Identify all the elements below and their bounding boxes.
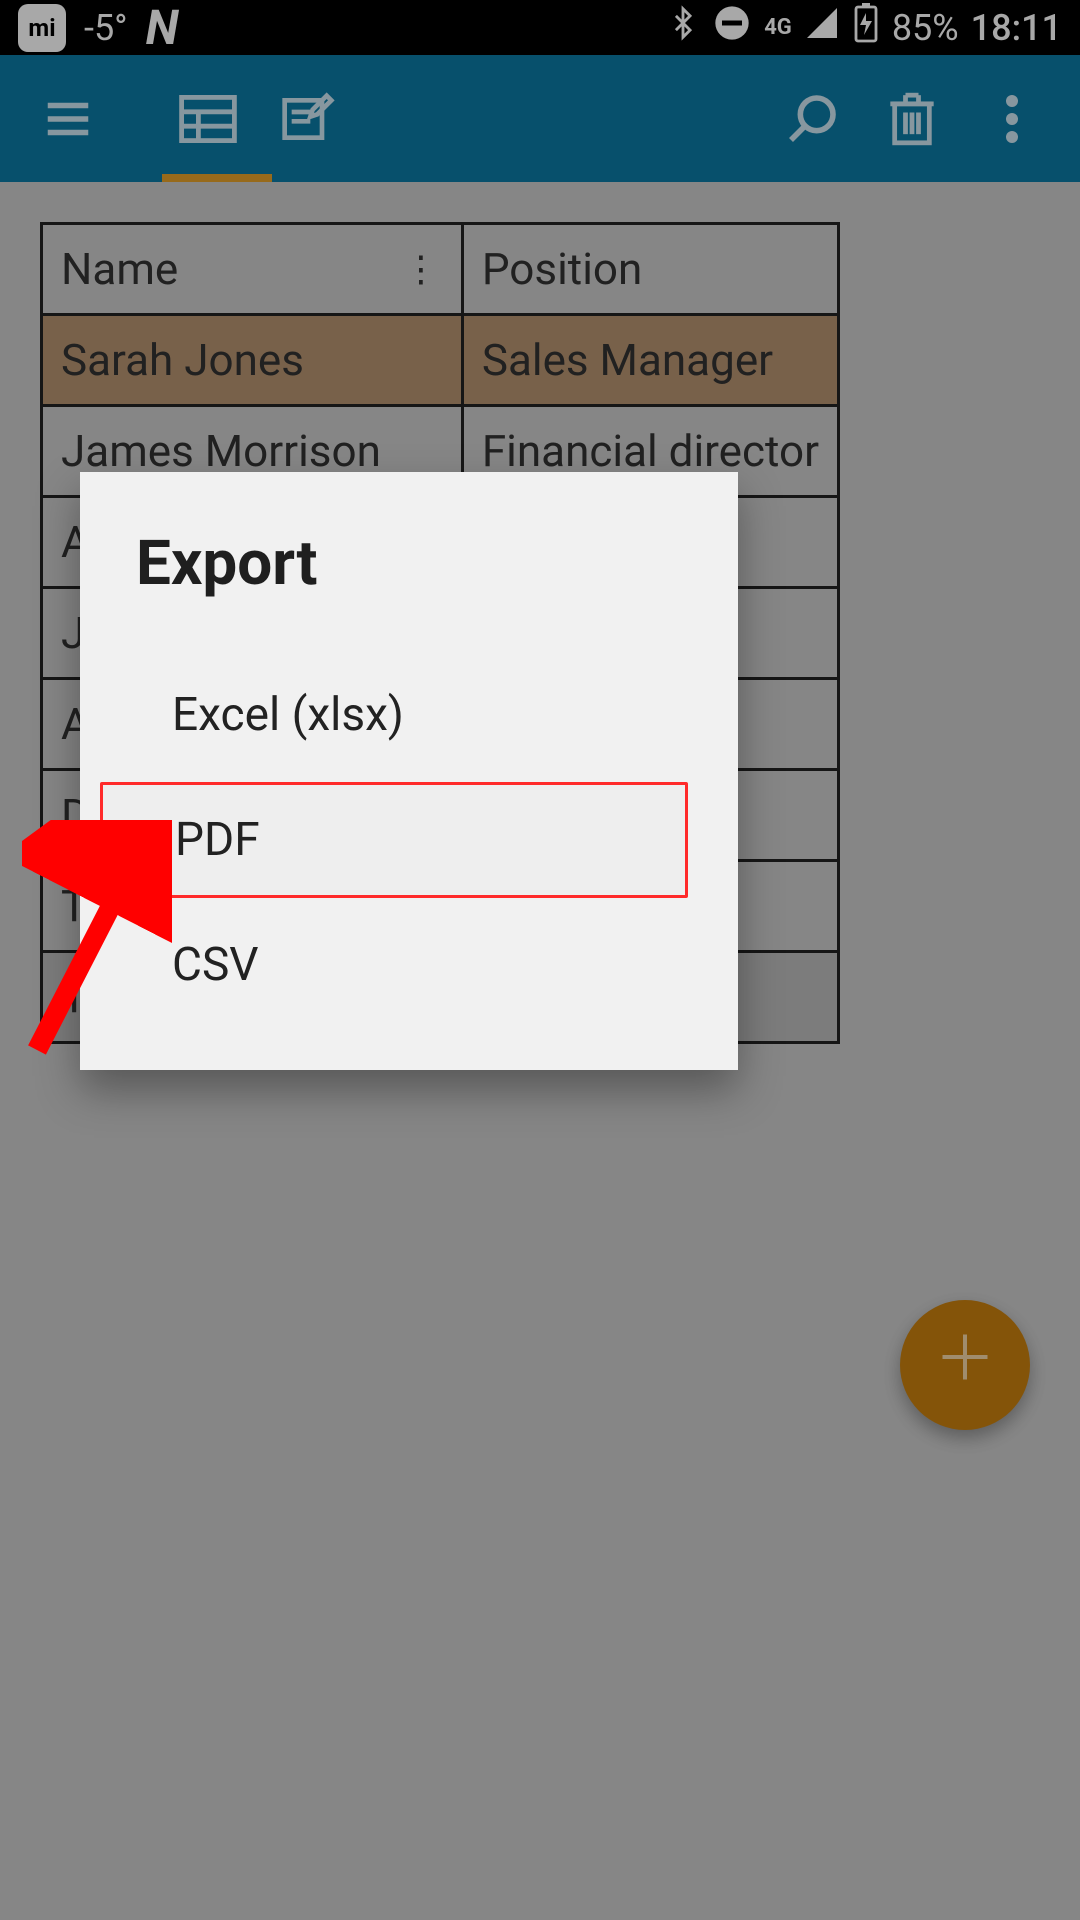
export-option[interactable]: PDF (100, 782, 688, 898)
export-dialog: Export Excel (xlsx) PDF CSV (80, 472, 738, 1070)
dialog-title: Export (80, 472, 738, 600)
export-option[interactable]: Excel (xlsx) (80, 660, 738, 770)
export-option[interactable]: CSV (80, 910, 738, 1020)
